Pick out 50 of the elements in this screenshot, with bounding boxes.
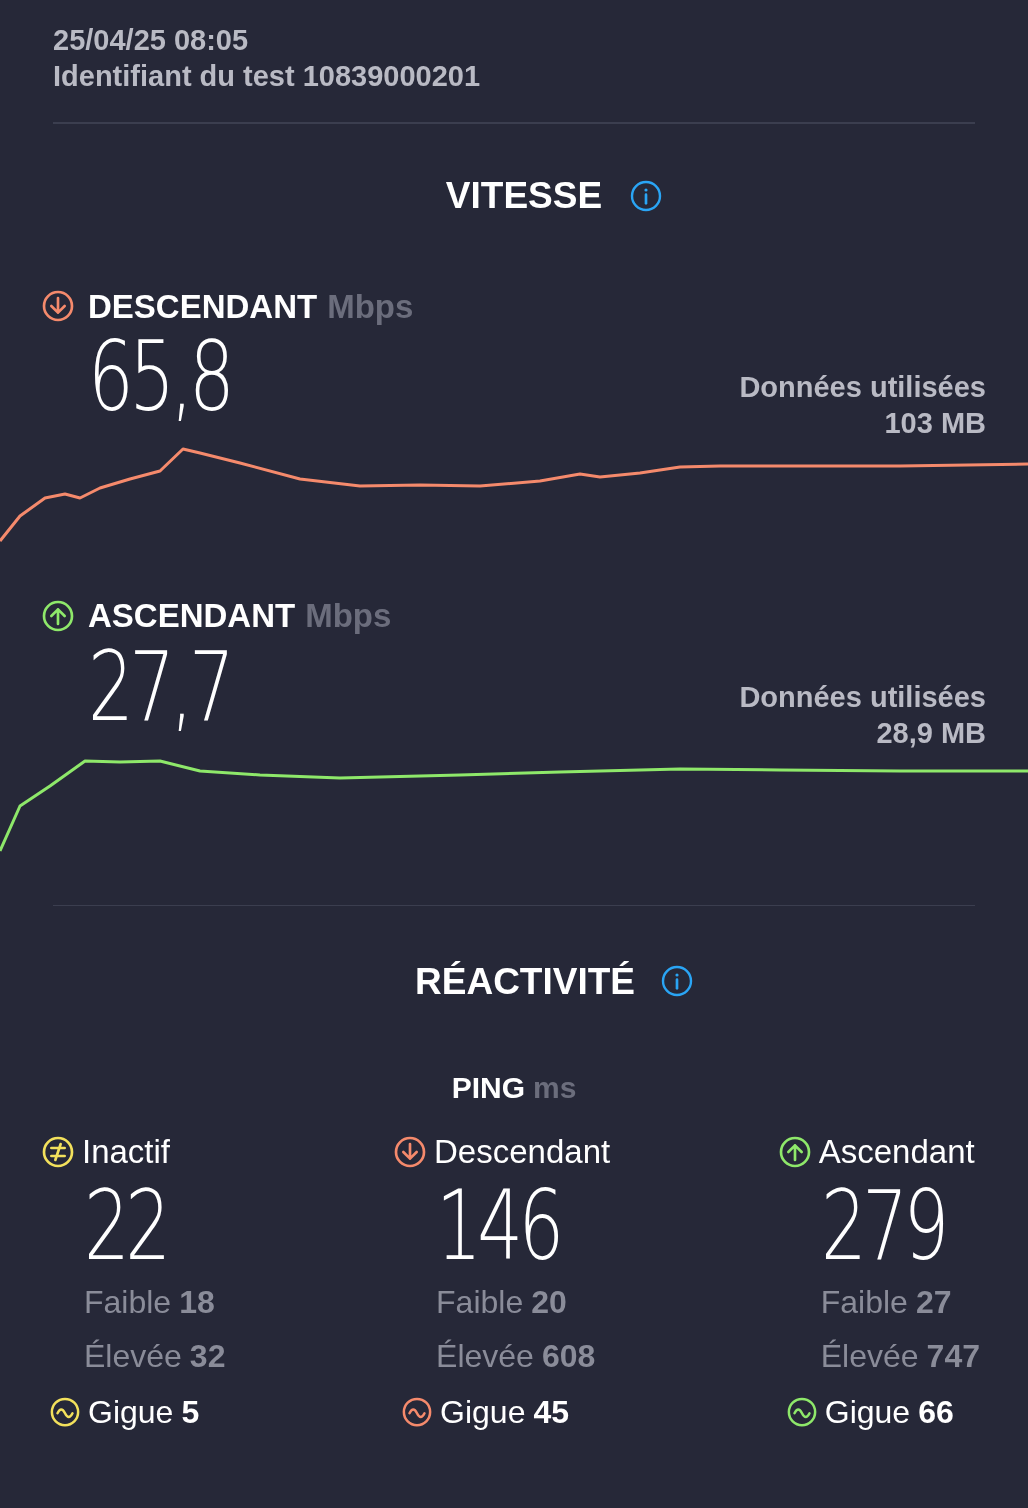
stat-label: Faible [84,1283,172,1322]
data-used-value: 28,9 MB [875,715,986,751]
stat-label: Élevée [820,1337,919,1376]
ping-value: 22 [84,1180,168,1272]
metric-unit: Mbps [327,286,414,327]
ping-label: PING [451,1070,525,1106]
idle-icon [42,1136,74,1168]
stat-value: 747 [926,1337,980,1376]
metric-value: 27,7 [88,640,231,733]
jitter-value: 5 [181,1393,200,1432]
metric-value: 65,8 [88,331,231,423]
jitter-label: Gigue [88,1393,174,1432]
ping-value: 279 [820,1180,945,1272]
upload-icon [42,599,74,632]
jitter-icon [402,1397,433,1427]
ping-value: 146 [436,1180,561,1272]
stat-label: Faible [436,1283,524,1322]
info-icon[interactable] [630,179,663,212]
data-used-label: Données utilisées [739,679,986,715]
stat-value: 32 [189,1337,226,1376]
jitter-value: 66 [918,1393,954,1432]
jitter-icon [786,1397,817,1427]
stat-label: Élevée [436,1337,534,1376]
data-used-value: 103 MB [883,406,986,441]
section-title: RÉACTIVITÉ [415,959,635,1004]
ping-unit: ms [533,1070,577,1106]
data-used-label: Données utilisées [739,370,986,405]
ping-type-label: Descendant [434,1132,611,1172]
jitter-label: Gigue [440,1393,526,1432]
info-icon[interactable] [661,965,693,998]
ping-type-label: Ascendant [818,1132,975,1172]
stat-label: Élevée [84,1337,182,1376]
stat-value: 608 [541,1337,596,1376]
download-icon [394,1136,427,1168]
test-id: Identifiant du test 10839000201 [53,59,482,94]
stat-value: 18 [179,1283,215,1322]
jitter-value: 45 [533,1393,569,1432]
stat-value: 27 [915,1283,952,1322]
section-title: VITESSE [445,174,603,218]
metric-label: ASCENDANT [88,596,296,636]
jitter-label: Gigue [824,1393,911,1432]
download-icon [42,290,74,323]
jitter-icon [50,1397,80,1427]
metric-label: DESCENDANT [88,286,318,327]
test-date: 25/04/25 08:05 [53,23,250,58]
stat-label: Faible [820,1283,908,1322]
upload-icon [778,1136,811,1168]
stat-value: 20 [531,1283,567,1322]
ping-type-label: Inactif [82,1132,171,1172]
metric-unit: Mbps [305,596,392,636]
